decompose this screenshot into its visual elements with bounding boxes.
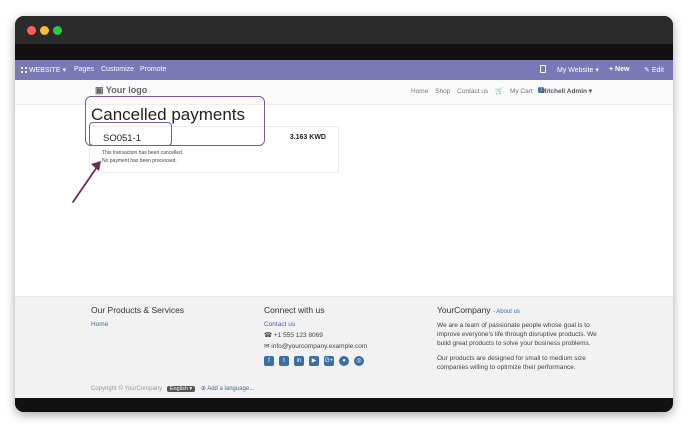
phone-icon: ☎ <box>264 332 273 339</box>
footer-company-column: YourCompany - About us We are a team of … <box>437 305 599 378</box>
close-window-button[interactable] <box>27 26 36 35</box>
facebook-icon[interactable]: f <box>264 356 274 366</box>
footer-connect-heading: Connect with us <box>264 305 325 315</box>
twitter-icon[interactable]: t <box>279 356 289 366</box>
github-icon[interactable]: ● <box>339 356 349 366</box>
company-description: We are a team of passionate people whose… <box>437 322 597 347</box>
footer-home-link[interactable]: Home <box>91 321 184 328</box>
footer-email[interactable]: ✉ info@yourcompany.example.com <box>264 342 369 350</box>
google-plus-icon[interactable]: G+ <box>324 356 334 366</box>
browser-toolbar <box>15 44 673 60</box>
maximize-window-button[interactable] <box>53 26 62 35</box>
footer-company-heading: YourCompany - About us <box>437 305 520 315</box>
company-products-note: Our products are designed for small to m… <box>437 355 586 371</box>
window-titlebar <box>15 16 673 44</box>
window-bottom-bar <box>15 398 673 412</box>
minimize-window-button[interactable] <box>40 26 49 35</box>
language-selector[interactable]: English ▾ <box>166 386 196 392</box>
web-page: WEBSITE ▾ Pages Customize Promote My Web… <box>15 60 673 398</box>
site-footer: Our Products & Services Home Connect wit… <box>15 296 673 398</box>
footer-copyright: Copyright © YourCompany English ▾ ⊕ Add … <box>91 386 255 392</box>
envelope-icon: ✉ <box>264 343 270 350</box>
footer-products-column: Our Products & Services Home <box>91 305 184 331</box>
browser-window: WEBSITE ▾ Pages Customize Promote My Web… <box>15 16 673 412</box>
footer-connect-column: Connect with us Contact us ☎ +1 555 123 … <box>264 305 369 366</box>
linkedin-icon[interactable]: in <box>294 356 304 366</box>
instagram-icon[interactable]: ◎ <box>354 356 364 366</box>
footer-contact-link[interactable]: Contact us <box>264 321 369 328</box>
about-us-link[interactable]: - About us <box>493 309 520 315</box>
plus-circle-icon: ⊕ <box>200 386 206 392</box>
youtube-icon[interactable]: ▶ <box>309 356 319 366</box>
footer-phone: ☎ +1 555 123 8069 <box>264 332 323 339</box>
add-language-link[interactable]: ⊕ Add a language... <box>201 386 254 392</box>
footer-products-heading: Our Products & Services <box>91 305 185 315</box>
social-links: f t in ▶ G+ ● ◎ <box>264 356 369 366</box>
